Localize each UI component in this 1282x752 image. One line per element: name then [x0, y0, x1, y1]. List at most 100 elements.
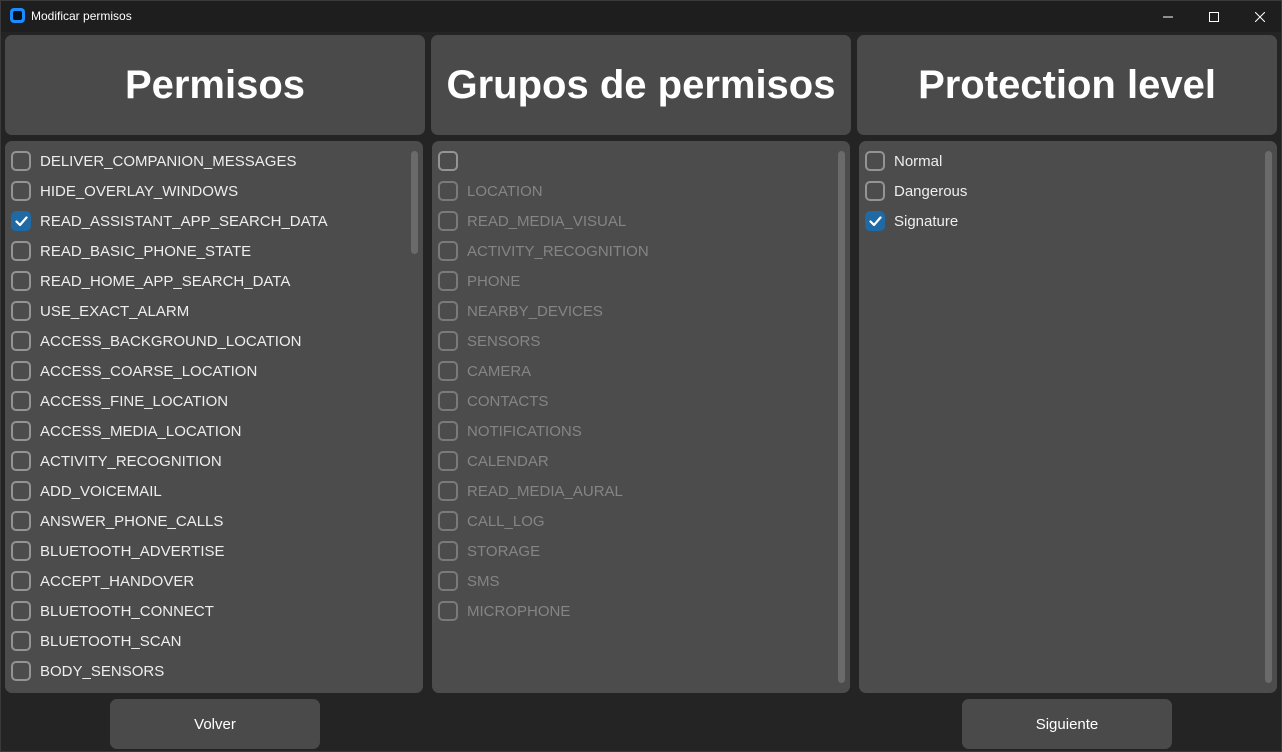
grupo-checkbox — [438, 361, 458, 381]
permisos-list[interactable]: DELIVER_COMPANION_MESSAGES HIDE_OVERLAY_W… — [5, 141, 423, 693]
protection-level-item[interactable]: Normal — [865, 149, 942, 173]
permiso-checkbox[interactable] — [11, 421, 31, 441]
minimize-button[interactable] — [1145, 1, 1191, 32]
permiso-checkbox[interactable] — [11, 451, 31, 471]
permiso-item-label: ANSWER_PHONE_CALLS — [40, 512, 224, 530]
permiso-item[interactable]: BODY_SENSORS — [11, 659, 164, 683]
grupo-checkbox — [438, 421, 458, 441]
protection-level-checkbox[interactable] — [865, 181, 885, 201]
window-title: Modificar permisos — [31, 9, 132, 23]
permiso-checkbox[interactable] — [11, 601, 31, 621]
permiso-item[interactable]: READ_HOME_APP_SEARCH_DATA — [11, 269, 290, 293]
permiso-item[interactable]: ANSWER_PHONE_CALLS — [11, 509, 223, 533]
permiso-item-label: ACCESS_MEDIA_LOCATION — [40, 422, 242, 440]
permiso-checkbox[interactable] — [11, 661, 31, 681]
grupo-item-label: CAMERA — [467, 362, 532, 380]
protection-level-item[interactable]: Signature — [865, 209, 958, 233]
protection-level-checkbox[interactable] — [865, 151, 885, 171]
grupo-checkbox — [438, 331, 458, 351]
permiso-item[interactable]: ACCEPT_HANDOVER — [11, 569, 194, 593]
permiso-item-label: ACTIVITY_RECOGNITION — [40, 452, 222, 470]
checkmark-icon — [868, 215, 882, 226]
protection-scroll-thumb[interactable] — [1265, 151, 1272, 683]
title-bar[interactable]: Modificar permisos — [1, 1, 1281, 32]
grupo-item: NOTIFICATIONS — [438, 419, 582, 443]
permiso-item[interactable]: BLUETOOTH_CONNECT — [11, 599, 214, 623]
permiso-item[interactable]: ADD_VOICEMAIL — [11, 479, 162, 503]
protection-heading: Protection level — [918, 62, 1216, 107]
grupo-checkbox — [438, 601, 458, 621]
grupo-checkbox — [438, 181, 458, 201]
permiso-checkbox[interactable] — [11, 361, 31, 381]
permiso-checkbox[interactable] — [11, 211, 31, 231]
grupo-item-label: SENSORS — [467, 332, 541, 350]
protection-scrollbar[interactable] — [1265, 151, 1272, 683]
permiso-checkbox[interactable] — [11, 541, 31, 561]
permiso-checkbox[interactable] — [11, 151, 31, 171]
grupo-item-label: MICROPHONE — [467, 602, 571, 620]
permiso-checkbox[interactable] — [11, 631, 31, 651]
permiso-item[interactable]: BLUETOOTH_SCAN — [11, 629, 181, 653]
permiso-checkbox[interactable] — [11, 181, 31, 201]
permiso-item[interactable]: ACCESS_BACKGROUND_LOCATION — [11, 329, 301, 353]
grupo-checkbox — [438, 391, 458, 411]
permisos-header: Permisos — [5, 35, 425, 135]
permiso-item[interactable]: READ_BASIC_PHONE_STATE — [11, 239, 251, 263]
permiso-item[interactable]: HIDE_OVERLAY_WINDOWS — [11, 179, 238, 203]
grupo-checkbox[interactable] — [438, 151, 458, 171]
close-button[interactable] — [1237, 1, 1282, 32]
grupos-scrollbar[interactable] — [838, 151, 845, 683]
permiso-item-label: USE_EXACT_ALARM — [40, 302, 190, 320]
permiso-item-label: READ_ASSISTANT_APP_SEARCH_DATA — [40, 212, 328, 230]
grupo-item: SENSORS — [438, 329, 540, 353]
permiso-checkbox[interactable] — [11, 331, 31, 351]
grupo-item[interactable] — [438, 149, 467, 173]
grupo-item-label: NEARBY_DEVICES — [467, 302, 603, 320]
permiso-checkbox[interactable] — [11, 481, 31, 501]
permisos-scroll-thumb[interactable] — [411, 151, 418, 254]
permiso-item[interactable]: ACCESS_FINE_LOCATION — [11, 389, 228, 413]
back-button[interactable]: Volver — [110, 699, 320, 749]
permiso-item[interactable]: DELIVER_COMPANION_MESSAGES — [11, 149, 296, 173]
grupos-list[interactable]: LOCATION READ_MEDIA_VISUAL ACTIVITY_RECOGN… — [432, 141, 850, 693]
grupos-heading: Grupos de permisos — [446, 62, 836, 107]
grupo-item: SMS — [438, 569, 500, 593]
permiso-checkbox[interactable] — [11, 271, 31, 291]
permiso-checkbox[interactable] — [11, 391, 31, 411]
grupo-item: CONTACTS — [438, 389, 548, 413]
permiso-item[interactable]: ACCESS_COARSE_LOCATION — [11, 359, 257, 383]
permiso-checkbox[interactable] — [11, 301, 31, 321]
permiso-checkbox[interactable] — [11, 571, 31, 591]
maximize-button[interactable] — [1191, 1, 1237, 32]
protection-list[interactable]: Normal Dangerous Signature — [859, 141, 1277, 693]
permisos-scrollbar[interactable] — [411, 151, 418, 683]
close-icon — [1255, 11, 1265, 22]
grupo-checkbox — [438, 241, 458, 261]
permiso-item[interactable]: BLUETOOTH_ADVERTISE — [11, 539, 225, 563]
permiso-item[interactable]: USE_EXACT_ALARM — [11, 299, 189, 323]
grupo-item: READ_MEDIA_VISUAL — [438, 209, 626, 233]
grupo-item: CALENDAR — [438, 449, 549, 473]
permiso-item-label: BLUETOOTH_CONNECT — [40, 602, 214, 620]
grupo-checkbox — [438, 271, 458, 291]
grupo-item: NEARBY_DEVICES — [438, 299, 603, 323]
permiso-item[interactable]: ACCESS_MEDIA_LOCATION — [11, 419, 241, 443]
permiso-item-label: BLUETOOTH_SCAN — [40, 632, 182, 650]
grupos-scroll-thumb[interactable] — [838, 151, 845, 683]
grupo-item: MICROPHONE — [438, 599, 570, 623]
protection-level-checkbox[interactable] — [865, 211, 885, 231]
next-button[interactable]: Siguiente — [962, 699, 1172, 749]
grupo-item-label: CONTACTS — [467, 392, 549, 410]
grupo-checkbox — [438, 211, 458, 231]
permiso-item-label: ACCEPT_HANDOVER — [40, 572, 195, 590]
protection-level-item[interactable]: Dangerous — [865, 179, 967, 203]
grupo-item-label: CALL_LOG — [467, 512, 545, 530]
permiso-checkbox[interactable] — [11, 511, 31, 531]
grupo-item-label: SMS — [467, 572, 500, 590]
minimize-icon — [1163, 16, 1173, 17]
permiso-item[interactable]: ACTIVITY_RECOGNITION — [11, 449, 222, 473]
protection-header: Protection level — [857, 35, 1277, 135]
grupo-item-label: STORAGE — [467, 542, 541, 560]
permiso-item[interactable]: READ_ASSISTANT_APP_SEARCH_DATA — [11, 209, 328, 233]
permiso-checkbox[interactable] — [11, 241, 31, 261]
